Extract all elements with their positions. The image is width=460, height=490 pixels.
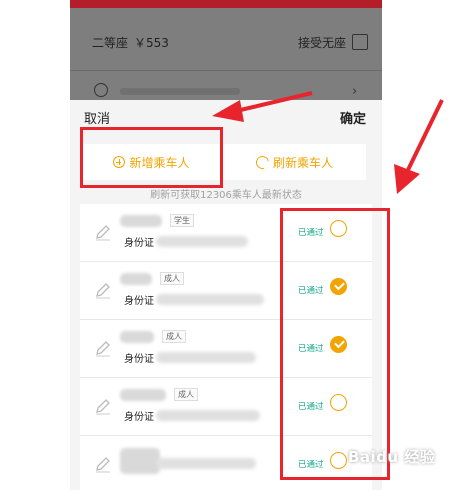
watermark: Baidu 经验: [348, 448, 436, 466]
annotation-arrow-down: [394, 99, 444, 194]
